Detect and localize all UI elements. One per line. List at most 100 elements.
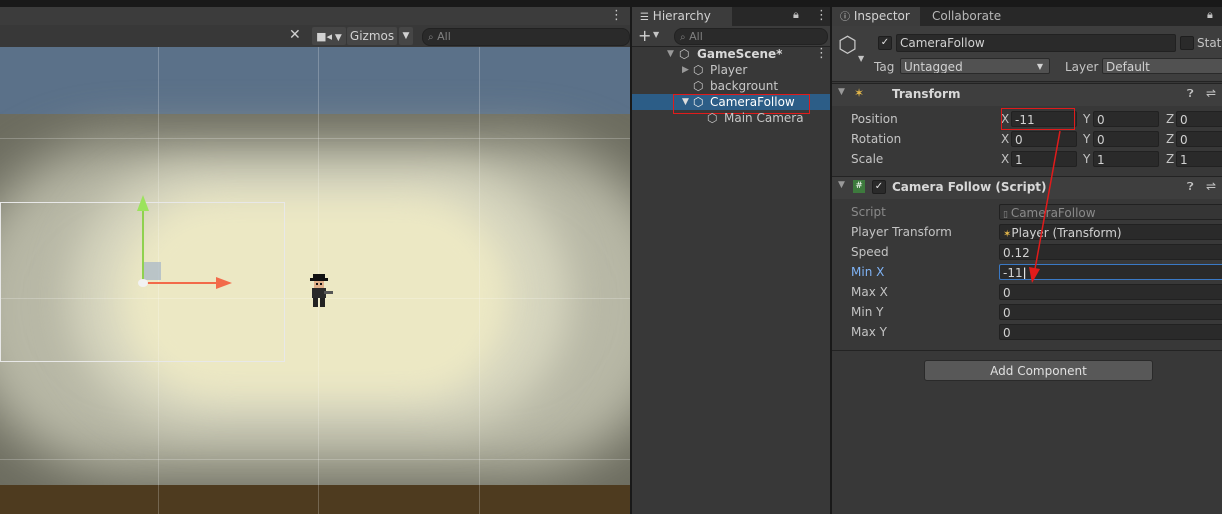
- hierarchy-item-backgrount[interactable]: ⬡ backgrount: [632, 78, 830, 94]
- rotation-y-field[interactable]: 0: [1093, 131, 1159, 147]
- scale-label: Scale: [851, 152, 884, 166]
- tag-label: Tag: [874, 60, 895, 74]
- scene-viewport[interactable]: [0, 47, 630, 514]
- hierarchy-item-label: backgrount: [710, 79, 779, 93]
- speed-label: Speed: [851, 245, 889, 259]
- hierarchy-item-main-camera[interactable]: ⬡ Main Camera: [632, 110, 830, 126]
- tab-collaborate[interactable]: Collaborate: [932, 7, 1022, 26]
- min-y-label: Min Y: [851, 305, 884, 319]
- collapse-arrow-icon[interactable]: ▼: [838, 180, 845, 190]
- min-y-field[interactable]: 0: [999, 304, 1222, 320]
- axis-y-label: Y: [1083, 132, 1091, 146]
- tab-hierarchy[interactable]: ☰ Hierarchy: [632, 7, 732, 26]
- lock-icon[interactable]: 🔒︎: [1207, 8, 1213, 22]
- dropdown-icon: ▼: [332, 33, 342, 43]
- settings-icon[interactable]: ⇌: [1206, 86, 1216, 100]
- chevron-down-icon: ▼: [1036, 62, 1043, 71]
- tag-value: Untagged: [904, 60, 963, 74]
- axis-z-label: Z: [1166, 152, 1175, 166]
- player-sprite[interactable]: [306, 271, 336, 311]
- axis-z-label: Z: [1166, 112, 1175, 126]
- list-icon: ☰: [640, 12, 649, 23]
- help-icon[interactable]: ❓︎: [1187, 87, 1194, 101]
- script-label: Script: [851, 205, 886, 219]
- script-enabled-checkbox[interactable]: ✓: [872, 180, 886, 194]
- inspector-panel: ⓘ Inspector Collaborate 🔒︎ ⬡ ▼ ✓ CameraF…: [832, 7, 1222, 514]
- hierarchy-item-player[interactable]: ▶ ⬡ Player: [632, 62, 830, 78]
- grid-line: [0, 138, 630, 139]
- tag-dropdown[interactable]: Untagged ▼: [900, 58, 1050, 74]
- layer-dropdown[interactable]: Default: [1102, 58, 1222, 74]
- collapse-arrow-icon[interactable]: ▼: [838, 87, 845, 97]
- more-icon[interactable]: ⋮: [815, 46, 828, 62]
- help-icon[interactable]: ❓︎: [1187, 180, 1194, 194]
- axis-z-label: Z: [1166, 132, 1175, 146]
- player-transform-label: Player Transform: [851, 225, 952, 239]
- script-file-icon: ▯: [1003, 210, 1011, 220]
- icon-dropdown-icon[interactable]: ▼: [858, 54, 864, 63]
- position-z-field[interactable]: 0: [1176, 111, 1222, 127]
- hierarchy-tab-label: Hierarchy: [652, 9, 711, 23]
- hierarchy-panel: ☰ Hierarchy 🔒︎ ⋮ + ▼ ⌕ All ▼ ⬡ GameScene…: [632, 7, 830, 514]
- component-divider: [832, 350, 1222, 351]
- max-y-field[interactable]: 0: [999, 324, 1222, 340]
- tab-inspector[interactable]: ⓘ Inspector: [832, 7, 920, 26]
- gizmo-x-arrow: [216, 277, 232, 289]
- scene-search-input[interactable]: ⌕ All: [422, 28, 630, 46]
- static-checkbox[interactable]: [1180, 36, 1194, 50]
- layer-value: Default: [1106, 60, 1150, 74]
- hierarchy-item-label: Player: [710, 63, 748, 77]
- position-label: Position: [851, 112, 898, 126]
- add-component-button[interactable]: Add Component: [924, 360, 1153, 381]
- gameobject-icon: ⬡: [707, 111, 718, 125]
- scene-view: ⋮ ✕ ■◂ ▼ Gizmos ▼ ⌕ All: [0, 7, 630, 514]
- rotation-z-field[interactable]: 0: [1176, 131, 1222, 147]
- gizmo-center: [138, 279, 148, 287]
- add-icon[interactable]: +: [638, 26, 651, 45]
- grid-line: [0, 459, 630, 460]
- move-gizmo[interactable]: [128, 187, 238, 297]
- gizmos-dropdown-icon[interactable]: ▼: [399, 27, 413, 45]
- transform-icon: ✶: [854, 86, 865, 100]
- gizmos-button[interactable]: Gizmos: [347, 27, 397, 45]
- camera-button[interactable]: ■◂ ▼: [312, 27, 346, 45]
- expand-arrow-icon[interactable]: ▼: [667, 46, 674, 62]
- camera-icon: ■◂: [316, 30, 333, 43]
- scale-z-field[interactable]: 1: [1176, 151, 1222, 167]
- position-y-field[interactable]: 0: [1093, 111, 1159, 127]
- script-icon: #: [853, 180, 865, 193]
- axis-x-label: X: [1001, 132, 1010, 146]
- min-x-label: Min X: [851, 265, 885, 279]
- more-icon[interactable]: ⋮: [815, 8, 828, 23]
- add-dropdown-icon[interactable]: ▼: [653, 30, 659, 39]
- scale-y-field[interactable]: 1: [1093, 151, 1159, 167]
- transform-header[interactable]: ▼ ✶ Transform ❓︎ ⇌: [832, 83, 1222, 106]
- red-annotation-arrow: [1029, 130, 1061, 283]
- object-name-field[interactable]: CameraFollow: [896, 34, 1176, 52]
- lock-icon[interactable]: 🔒︎: [793, 8, 799, 22]
- settings-icon[interactable]: ⇌: [1206, 179, 1216, 193]
- scene-name: GameScene*: [697, 47, 783, 61]
- hierarchy-item-label: Main Camera: [724, 111, 804, 125]
- axis-y-label: Y: [1083, 112, 1091, 126]
- collapsed-arrow-icon[interactable]: ▶: [682, 62, 689, 78]
- min-x-value: -11: [1003, 266, 1023, 280]
- hierarchy-search-input[interactable]: ⌕ All: [674, 28, 828, 45]
- floor-strip: [0, 485, 630, 514]
- info-icon: ⓘ: [840, 12, 850, 23]
- more-icon[interactable]: ⋮: [610, 8, 623, 23]
- tools-icon[interactable]: ✕: [289, 27, 301, 43]
- search-icon: ⌕: [428, 32, 434, 43]
- gameobject-icon: ⬡: [693, 63, 704, 77]
- gameobject-icon[interactable]: ⬡: [838, 33, 857, 58]
- gizmo-plane-handle: [143, 262, 161, 280]
- active-checkbox[interactable]: ✓: [878, 36, 892, 50]
- inspector-tab-bar: ⓘ Inspector Collaborate 🔒︎: [832, 7, 1222, 26]
- layer-label: Layer: [1065, 60, 1099, 74]
- max-y-label: Max Y: [851, 325, 887, 339]
- hierarchy-search-placeholder: All: [689, 30, 703, 43]
- transform-title: Transform: [892, 87, 961, 101]
- hierarchy-scene-row[interactable]: ▼ ⬡ GameScene* ⋮: [632, 46, 830, 62]
- unity-scene-icon: ⬡: [679, 47, 690, 61]
- hierarchy-tab-bar: ☰ Hierarchy 🔒︎ ⋮: [632, 7, 830, 26]
